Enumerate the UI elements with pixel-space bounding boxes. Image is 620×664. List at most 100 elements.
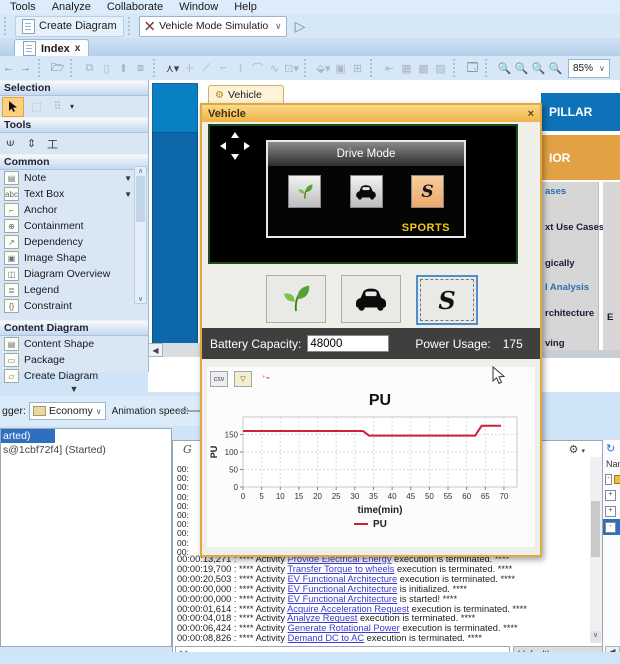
animation-speed-slider[interactable] [178, 410, 200, 412]
tree-node[interactable]: - [603, 519, 620, 535]
toolbox-item-legend[interactable]: ≣Legend [0, 282, 148, 298]
toolbox-item-containment[interactable]: ⊕Containment [0, 218, 148, 234]
shape-fill-icon[interactable]: ⬙▾ [316, 61, 331, 76]
menu-help[interactable]: Help [234, 1, 257, 13]
delete-icon[interactable]: ⧇ [133, 61, 148, 76]
tree-node[interactable]: + [603, 503, 620, 519]
align-left-icon[interactable]: ⇤ [382, 61, 397, 76]
eco-mode-button[interactable] [266, 275, 326, 323]
multi-select-tool[interactable]: ⠿ [50, 99, 65, 114]
zoom-out-icon[interactable]: 🔍 [514, 61, 529, 76]
containment-tree-icon[interactable]: 🗁 [50, 61, 65, 76]
console-scrollbar[interactable]: ∨ [590, 457, 602, 643]
toolbox-item-create-diagram[interactable]: ▱Create Diagram [0, 368, 148, 384]
zoom-in-icon[interactable]: 🔍 [497, 61, 512, 76]
close-icon[interactable]: × [528, 108, 534, 120]
cut-icon[interactable]: ⬆ [116, 61, 131, 76]
activity-link[interactable]: Analyze Request [287, 613, 357, 623]
align-center-icon[interactable]: ▦ [399, 61, 414, 76]
activity-link[interactable]: Generate Rotational Power [288, 623, 400, 633]
dependency-matrix-icon[interactable]: ⋏▾ [165, 61, 180, 76]
collapse-icon[interactable]: - [605, 474, 612, 485]
scrollbar-thumb[interactable] [136, 176, 145, 222]
swimlane-tool-icon[interactable]: ⇕ [24, 136, 39, 151]
zoom-level-select[interactable]: 85% ∨ [568, 59, 610, 78]
menu-collaborate[interactable]: Collaborate [107, 1, 163, 13]
toolbox-item-dependency[interactable]: ↗Dependency [0, 234, 148, 250]
zoom-selection-icon[interactable]: 🔍 [548, 61, 563, 76]
normal-mode-button[interactable] [341, 275, 401, 323]
toolbox-more-icon[interactable]: ▼ [0, 384, 148, 394]
activity-link[interactable]: EV Functional Architecture [288, 594, 398, 604]
close-tab-icon[interactable]: x [75, 43, 81, 54]
drive-mode-sports-button[interactable]: S [411, 175, 444, 208]
drive-mode-normal-button[interactable] [350, 175, 383, 208]
session-list-item[interactable]: arted) [1, 429, 55, 443]
line-oblique-icon[interactable]: ⟋ [199, 61, 214, 76]
session-list-panel[interactable]: arted)s@1cbf72f4] (Started) [0, 428, 172, 647]
activity-link[interactable]: EV Functional Architecture [288, 574, 398, 584]
chart-options-icon[interactable]: ▽ [234, 371, 252, 387]
toolbox-item-anchor[interactable]: ⌐Anchor [0, 202, 148, 218]
toolbox-item-image-shape[interactable]: ▣Image Shape [0, 250, 148, 266]
diagram-shape-header[interactable] [152, 83, 198, 133]
console-settings-button[interactable]: ⚙ ▾ [569, 443, 585, 456]
selection-arrow-tool[interactable] [2, 97, 24, 117]
group-icon[interactable]: ▣ [333, 61, 348, 76]
layout-icon[interactable]: ⊞ [350, 61, 365, 76]
distribute-icon[interactable]: ▩ [416, 61, 431, 76]
paste-icon[interactable]: ▯ [99, 61, 114, 76]
tree-node[interactable]: + [603, 487, 620, 503]
toolbox-section-tools[interactable]: Tools [0, 117, 148, 133]
menu-analyze[interactable]: Analyze [52, 1, 91, 13]
move-handle-icon[interactable] [220, 132, 250, 160]
scroll-left-icon[interactable]: ◀ [148, 343, 163, 357]
expand-icon[interactable]: + [605, 490, 616, 501]
scroll-down-icon[interactable]: ∨ [135, 295, 146, 303]
export-csv-icon[interactable]: csv [210, 371, 228, 387]
toolbox-section-selection[interactable]: Selection [0, 80, 148, 96]
add-series-icon[interactable]: ⁺⌁ [258, 371, 274, 385]
collapse-icon[interactable]: - [605, 522, 616, 533]
line-arc-icon[interactable]: ⌒ [250, 61, 265, 76]
toolbox-item-text-box[interactable]: abcText Box▼ [0, 186, 148, 202]
tree-node[interactable]: - [603, 471, 620, 487]
back-arrow-icon[interactable]: ← [1, 61, 16, 76]
zoom-fit-icon[interactable]: 🔍 [531, 61, 546, 76]
marquee-select-tool[interactable]: ⬚ [29, 99, 44, 114]
activity-link[interactable]: Demand DC to AC [288, 633, 364, 643]
refresh-icon[interactable]: ↻ [603, 440, 620, 455]
toolbox-section-content-diagram[interactable]: Content Diagram [0, 320, 148, 336]
simulation-config-select[interactable]: Vehicle Mode Simulation ∨ [139, 16, 287, 37]
sticky-tool-icon[interactable]: ⟒ [3, 136, 18, 151]
separator-tool-icon[interactable]: 工 [45, 136, 60, 151]
activity-link[interactable]: Acquire Acceleration Request [287, 604, 409, 614]
create-diagram-button[interactable]: Create Diagram [15, 16, 124, 37]
scroll-up-icon[interactable]: ∧ [135, 167, 146, 175]
reroute-icon[interactable]: ⊡▾ [284, 61, 299, 76]
trigger-select[interactable]: Economy ∨ [29, 402, 106, 420]
show-options-icon[interactable]: 🗔 [465, 61, 480, 76]
copy-icon[interactable]: ⧉ [82, 61, 97, 76]
path-style-icon[interactable]: ＋ [182, 61, 197, 76]
same-size-icon[interactable]: ▨ [433, 61, 448, 76]
chevron-down-icon[interactable]: ▼ [124, 174, 132, 183]
diagram-shape-body[interactable] [152, 132, 198, 345]
menu-window[interactable]: Window [179, 1, 218, 13]
chevron-down-icon[interactable]: ▼ [124, 190, 132, 199]
canvas-horizontal-scrollbar[interactable]: ◀ [148, 343, 204, 357]
battery-capacity-input[interactable] [307, 335, 389, 352]
activity-link[interactable]: Transfer Torque to wheels [287, 564, 394, 574]
toolbox-item-note[interactable]: ▤Note▼ [0, 170, 148, 186]
toolbox-item-diagram-overview[interactable]: ◫Diagram Overview [0, 266, 148, 282]
menu-tools[interactable]: Tools [10, 1, 36, 13]
scrollbar-thumb[interactable] [591, 501, 600, 557]
sports-mode-button[interactable]: S [416, 275, 478, 325]
toolbox-item-package[interactable]: ▭Package [0, 352, 148, 368]
expand-icon[interactable]: + [605, 506, 616, 517]
forward-arrow-icon[interactable]: → [18, 61, 33, 76]
toolbox-section-common[interactable]: Common [0, 154, 148, 170]
toolbox-item-content-shape[interactable]: ▤Content Shape [0, 336, 148, 352]
toolbox-item-constraint[interactable]: {}Constraint [0, 298, 148, 314]
activity-link[interactable]: EV Functional Architecture [288, 584, 398, 594]
